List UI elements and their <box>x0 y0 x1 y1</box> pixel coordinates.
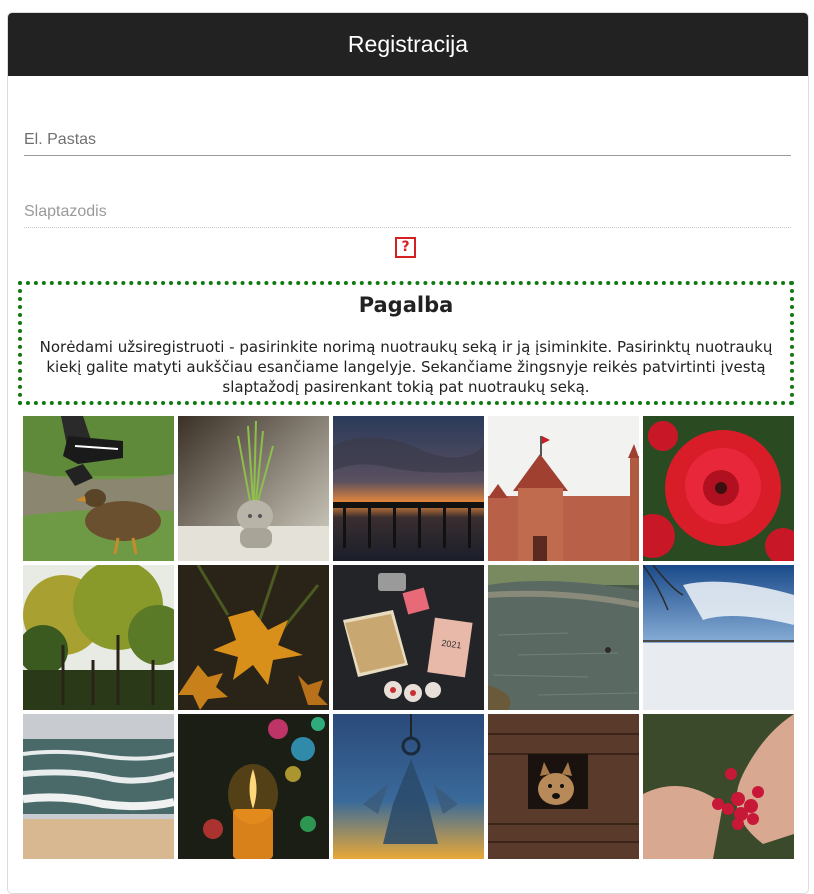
photo-tile-sea-waves[interactable] <box>23 714 174 859</box>
photo-tile-duck[interactable] <box>23 416 174 561</box>
autumn-trees-photo <box>23 565 174 710</box>
red-rose-photo <box>643 416 794 561</box>
photo-tile-rose[interactable] <box>643 416 794 561</box>
photo-tile-castle[interactable] <box>488 416 639 561</box>
help-box: Pagalba Norėdami užsiregistruoti - pasir… <box>18 281 794 405</box>
raspberries-hands-photo <box>643 714 794 859</box>
candle-photo <box>178 714 329 859</box>
pier-sunset-photo <box>333 416 484 561</box>
snowy-field-photo <box>643 565 794 710</box>
glass-angel-photo <box>333 714 484 859</box>
photo-tile-pond[interactable] <box>488 565 639 710</box>
password-field-wrapper <box>24 203 791 228</box>
photo-tile-book-calendar[interactable]: 2021 <box>333 565 484 710</box>
photo-tile-autumn-trees[interactable] <box>23 565 174 710</box>
photo-tile-snowy-field[interactable] <box>643 565 794 710</box>
plant-figure-photo <box>178 416 329 561</box>
sea-waves-photo <box>23 714 174 859</box>
registration-card: Registracija ? Pagalba Norėdami užsiregi… <box>7 12 809 894</box>
photo-tile-maple-leaves[interactable] <box>178 565 329 710</box>
photo-tile-pier[interactable] <box>333 416 484 561</box>
photo-tile-candle[interactable] <box>178 714 329 859</box>
duck-photo <box>23 416 174 561</box>
photo-tile-raspberries[interactable] <box>643 714 794 859</box>
email-field[interactable] <box>24 131 791 155</box>
dog-kennel-photo <box>488 714 639 859</box>
page-title: Registracija <box>8 13 808 76</box>
maple-leaves-photo <box>178 565 329 710</box>
photo-grid: 2021 <box>23 416 794 859</box>
castle-photo <box>488 416 639 561</box>
book-calendar-photo: 2021 <box>333 565 484 710</box>
photo-tile-dog-kennel[interactable] <box>488 714 639 859</box>
help-text: Norėdami užsiregistruoti - pasirinkite n… <box>39 338 773 396</box>
photo-tile-glass-angel[interactable] <box>333 714 484 859</box>
help-button[interactable]: ? <box>395 237 416 258</box>
email-field-wrapper <box>24 131 791 156</box>
photo-tile-plant[interactable] <box>178 416 329 561</box>
help-title: Pagalba <box>358 293 454 317</box>
pond-photo <box>488 565 639 710</box>
password-field[interactable] <box>24 203 791 227</box>
